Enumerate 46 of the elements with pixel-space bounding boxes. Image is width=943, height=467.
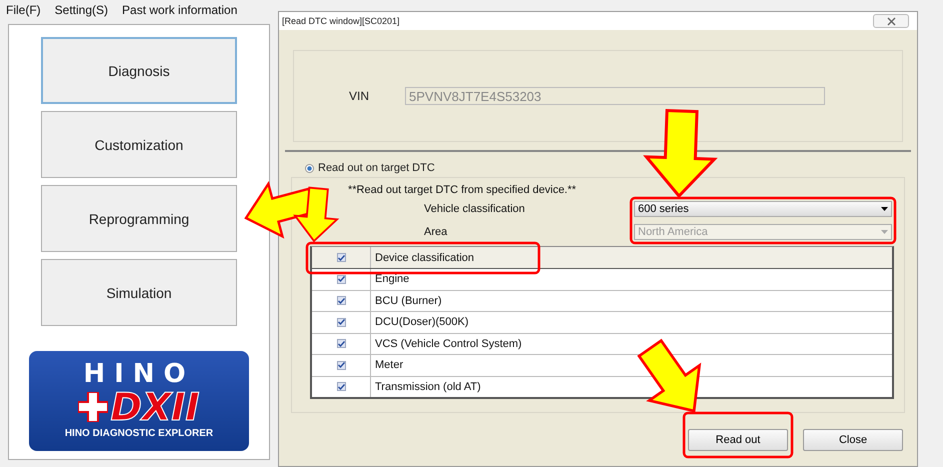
nav-button[interactable]: Diagnosis (41, 37, 237, 104)
logo-tagline: HINO DIAGNOSTIC EXPLORER (64, 427, 214, 441)
instruction-text: **Read out target DTC from specified device.** (348, 184, 578, 196)
checkbox[interactable] (336, 339, 346, 348)
radio-label: Read out on target DTC (318, 162, 435, 174)
close-button[interactable] (873, 14, 909, 28)
vin-label: VIN (349, 89, 370, 103)
table-cell-text: Transmission (old AT) (374, 380, 481, 395)
dialog-button[interactable]: Close (803, 429, 903, 451)
caret-icon (881, 207, 888, 211)
window-title: [Read DTC window][SC0201] (282, 16, 400, 26)
checkbox[interactable] (336, 382, 346, 392)
table-cell-text: Meter (374, 358, 404, 374)
cross-icon (78, 392, 108, 422)
checkmark-icon (338, 298, 344, 304)
menu-item[interactable]: Past work information (122, 3, 238, 17)
table-cell-text: Engine (374, 272, 410, 288)
logo-brand-text: HINO (83, 361, 195, 387)
dropdown[interactable]: 600 series (634, 201, 892, 217)
checkbox[interactable] (336, 253, 346, 262)
field-label: Vehicle classification (424, 203, 526, 215)
checkmark-icon (338, 254, 344, 260)
table-cell-text: DCU(Doser)(500K) (374, 315, 469, 330)
checkmark-icon (338, 384, 344, 390)
checkmark-icon (338, 362, 344, 368)
checkmark-icon (338, 319, 344, 326)
radio-button[interactable] (305, 164, 314, 172)
table-cell-text: VCS (Vehicle Control System) (374, 336, 522, 352)
checkbox[interactable] (336, 318, 346, 327)
column-header: Device classification (374, 250, 474, 266)
nav-button[interactable]: Reprogramming (41, 185, 237, 252)
dialog-button[interactable]: Read out (688, 429, 788, 451)
menu-item[interactable]: Setting(S) (54, 3, 108, 17)
checkmark-icon (338, 276, 344, 282)
caret-icon (881, 230, 888, 234)
table-cell-text: BCU (Burner) (374, 294, 442, 309)
checkbox[interactable] (336, 274, 346, 284)
checkmark-icon (338, 340, 344, 347)
nav-button[interactable]: Simulation (41, 259, 237, 326)
menu-item[interactable]: File(F) (6, 3, 41, 17)
field-label: Area (424, 226, 448, 238)
nav-button[interactable]: Customization (41, 111, 237, 178)
logo-mark-text: DXII (110, 387, 200, 427)
close-icon (886, 16, 896, 26)
checkbox[interactable] (336, 360, 346, 370)
checkbox[interactable] (336, 296, 346, 306)
